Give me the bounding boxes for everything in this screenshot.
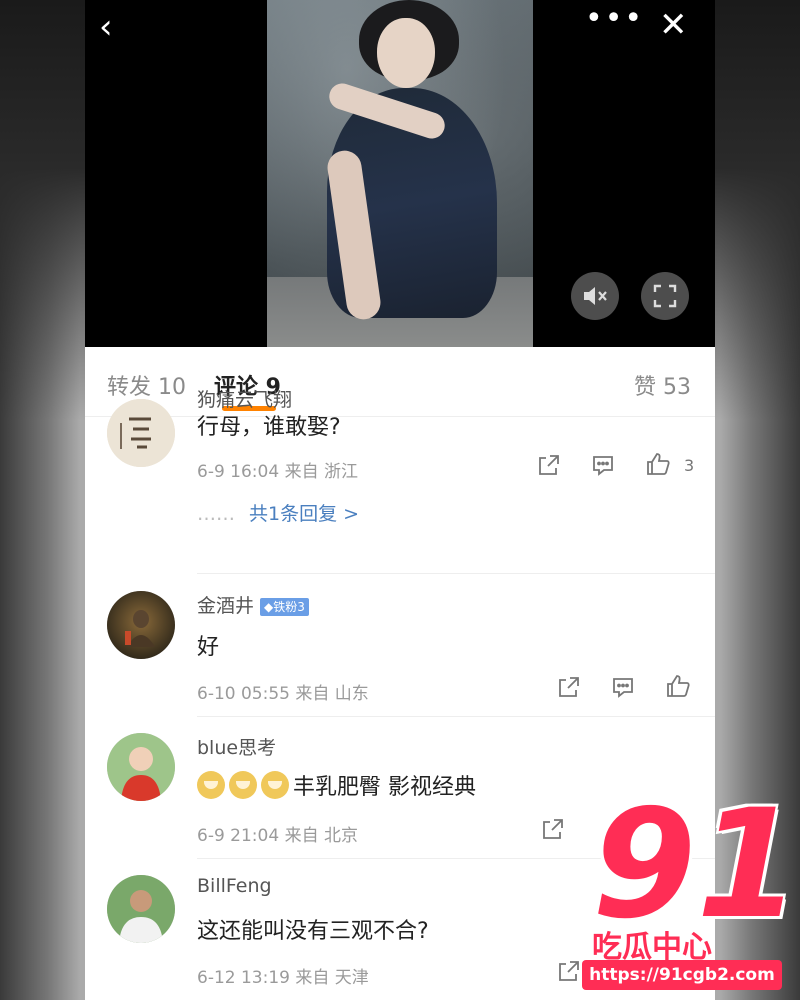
- reply-count-label: 共1条回复 >: [249, 503, 360, 525]
- doge-emoji-icon: [197, 771, 225, 799]
- reply-dots: ……: [197, 503, 235, 525]
- divider: [197, 573, 715, 574]
- comment-item: 狗痛云飞翔 行母，谁敢娶? 6-9 16:04 来自 浙江 3 …… 共1条回复 …: [85, 387, 715, 575]
- photo-face: [377, 18, 435, 88]
- calligraphy-avatar-image: [107, 399, 175, 467]
- share-icon: [539, 455, 559, 475]
- comment-text: 这还能叫没有三观不合?: [197, 919, 429, 944]
- watermark-logo: 91 吃瓜中心 https://91cgb2.com: [582, 790, 800, 995]
- more-button[interactable]: •••: [585, 4, 644, 34]
- comment-meta: 6-10 05:55 来自 山东: [197, 684, 369, 704]
- share-icon: [543, 819, 563, 839]
- view-replies-link[interactable]: …… 共1条回复 >: [197, 499, 359, 526]
- reply-button[interactable]: [611, 675, 635, 705]
- thumbs-up-icon: [647, 453, 670, 475]
- mute-button[interactable]: [571, 272, 619, 320]
- avatar[interactable]: [107, 591, 175, 659]
- fullscreen-button[interactable]: [641, 272, 689, 320]
- share-button[interactable]: [557, 675, 581, 705]
- close-button[interactable]: ✕: [659, 8, 688, 42]
- doge-emoji-icon: [261, 771, 289, 799]
- child-avatar-image: [107, 733, 175, 801]
- comment-username[interactable]: blue思考: [197, 733, 276, 760]
- thumbs-up-icon: [667, 675, 690, 697]
- comment-text: 好: [197, 635, 220, 660]
- comment-text: 行母，谁敢娶?: [197, 415, 341, 440]
- like-count: 3: [684, 456, 695, 475]
- reply-button[interactable]: [591, 453, 615, 483]
- video-frame-photo: [267, 0, 533, 347]
- avatar[interactable]: [107, 875, 175, 943]
- fan-badge: ◆铁粉3: [260, 597, 309, 616]
- share-button[interactable]: [557, 959, 581, 989]
- video-player[interactable]: ‹ ••• ✕: [85, 0, 715, 347]
- share-icon: [559, 677, 579, 697]
- back-button[interactable]: ‹: [99, 10, 113, 44]
- avatar[interactable]: [107, 399, 175, 467]
- speaker-mute-icon: [584, 287, 607, 305]
- close-icon: ✕: [659, 5, 688, 45]
- watermark-url: https://91cgb2.com: [582, 960, 782, 990]
- comment-bubble-icon: [593, 456, 613, 476]
- like-button[interactable]: [665, 673, 691, 705]
- chevron-left-icon: ‹: [99, 7, 113, 47]
- doge-emoji-icon: [229, 771, 257, 799]
- comment-username[interactable]: BillFeng: [197, 875, 272, 897]
- watermark-number: 91: [592, 778, 800, 952]
- comment-meta: 6-9 16:04 来自 浙江: [197, 462, 358, 482]
- comment-username[interactable]: 狗痛云飞翔: [197, 385, 292, 412]
- share-button[interactable]: [541, 817, 565, 847]
- comment-item: 金酒井 ◆铁粉3 好 6-10 05:55 来自 山东: [85, 575, 715, 717]
- comment-text: 丰乳肥臀 影视经典: [197, 769, 476, 801]
- statue-avatar-image: [107, 591, 175, 659]
- username-text: 金酒井: [197, 595, 255, 617]
- share-icon: [559, 961, 579, 981]
- comment-meta: 6-12 13:19 来自 天津: [197, 968, 369, 988]
- fullscreen-icon: [653, 284, 677, 308]
- comment-text-content: 丰乳肥臀 影视经典: [293, 775, 476, 800]
- avatar[interactable]: [107, 733, 175, 801]
- man-avatar-image: [107, 875, 175, 943]
- more-dots-icon: •••: [585, 1, 645, 36]
- like-button[interactable]: 3: [645, 451, 694, 483]
- comment-meta: 6-9 21:04 来自 北京: [197, 826, 358, 846]
- comment-username[interactable]: 金酒井 ◆铁粉3: [197, 591, 309, 618]
- comment-bubble-icon: [613, 678, 633, 698]
- share-button[interactable]: [537, 453, 561, 483]
